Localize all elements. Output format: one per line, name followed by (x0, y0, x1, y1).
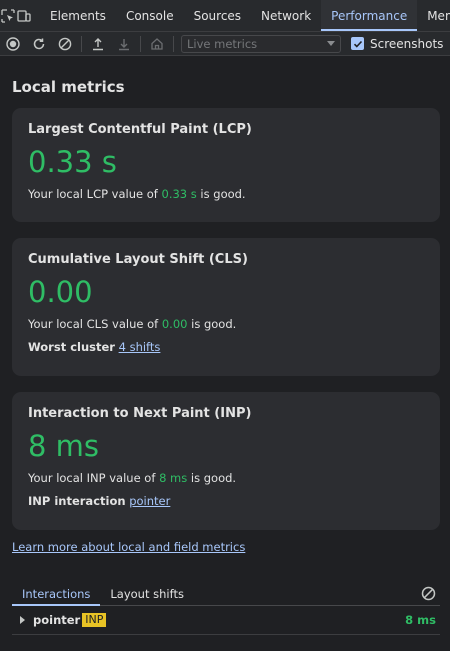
inspect-element-icon[interactable] (0, 0, 16, 31)
cls-desc-suffix: is good. (187, 317, 237, 331)
tab-layout-shifts[interactable]: Layout shifts (100, 582, 194, 605)
screenshots-checkbox[interactable] (351, 37, 364, 50)
lcp-title: Largest Contentful Paint (LCP) (28, 122, 252, 137)
reload-record-icon[interactable] (26, 32, 52, 55)
lcp-desc-suffix: is good. (196, 187, 246, 201)
cls-title: Cumulative Layout Shift (CLS) (28, 252, 248, 267)
lcp-description: Your local LCP value of 0.33 s is good. (28, 187, 424, 201)
inp-desc-prefix: Your local INP value of (28, 471, 160, 485)
clear-icon[interactable] (52, 32, 78, 55)
tab-network[interactable]: Network (251, 0, 321, 31)
performance-toolbar: Live metrics Screenshots (0, 32, 450, 56)
worst-cluster-label: Worst cluster (28, 340, 115, 354)
inp-card: Interaction to Next Paint (INP) 8 ms You… (12, 392, 440, 530)
lcp-desc-prefix: Your local LCP value of (28, 187, 162, 201)
toolbar-separator (173, 35, 174, 52)
toolbar-separator (81, 35, 82, 52)
inp-interaction-label: INP interaction (28, 494, 126, 508)
checkmark-icon (353, 40, 362, 48)
device-toolbar-icon[interactable] (16, 0, 32, 31)
cls-desc-prefix: Your local CLS value of (28, 317, 162, 331)
tab-interactions[interactable]: Interactions (12, 582, 101, 606)
download-icon[interactable] (111, 32, 137, 55)
upload-icon[interactable] (85, 32, 111, 55)
interaction-type: pointer (33, 613, 81, 627)
worst-cluster-link[interactable]: 4 shifts (119, 340, 161, 354)
mode-select-value: Live metrics (187, 36, 258, 51)
expand-caret-icon[interactable] (20, 616, 25, 624)
tab-console[interactable]: Console (116, 0, 184, 31)
learn-more-link[interactable]: Learn more about local and field metrics (12, 540, 245, 554)
tab-elements[interactable]: Elements (40, 0, 116, 31)
worst-cluster: Worst cluster 4 shifts (28, 340, 424, 354)
cls-value: 0.00 (28, 275, 93, 309)
chevron-down-icon (327, 40, 335, 46)
inp-interaction-link[interactable]: pointer (129, 494, 170, 508)
record-icon[interactable] (0, 32, 26, 55)
inp-title: Interaction to Next Paint (INP) (28, 406, 252, 421)
row-divider (12, 634, 440, 635)
live-metrics-panel: Local metrics Largest Contentful Paint (… (0, 57, 450, 651)
inp-desc-suffix: is good. (187, 471, 237, 485)
toolbar-separator (140, 35, 141, 52)
mode-select[interactable]: Live metrics (181, 34, 341, 53)
interactions-tabbar: Interactions Layout shifts (12, 582, 440, 606)
cls-desc-value: 0.00 (161, 317, 188, 331)
interaction-row[interactable]: pointer INP 8 ms (12, 609, 440, 631)
cls-description: Your local CLS value of 0.00 is good. (28, 317, 424, 331)
clear-interactions-icon[interactable] (416, 582, 440, 605)
inp-description: Your local INP value of 8 ms is good. (28, 471, 424, 485)
inp-interaction: INP interaction pointer (28, 494, 424, 508)
home-icon[interactable] (144, 32, 170, 55)
screenshots-label: Screenshots (370, 36, 444, 51)
tab-sources[interactable]: Sources (184, 0, 251, 31)
tab-memory[interactable]: Mem (417, 0, 450, 31)
inp-value: 8 ms (28, 429, 100, 463)
inp-badge: INP (82, 613, 107, 627)
cls-card: Cumulative Layout Shift (CLS) 0.00 Your … (12, 238, 440, 376)
interaction-duration: 8 ms (405, 613, 436, 627)
tab-performance[interactable]: Performance (321, 0, 418, 31)
lcp-desc-value: 0.33 s (161, 187, 197, 201)
inp-desc-value: 8 ms (159, 471, 188, 485)
devtools-tabbar: Elements Console Sources Network Perform… (0, 0, 450, 32)
lcp-value: 0.33 s (28, 145, 117, 179)
section-title: Local metrics (12, 78, 125, 96)
lcp-card: Largest Contentful Paint (LCP) 0.33 s Yo… (12, 108, 440, 222)
